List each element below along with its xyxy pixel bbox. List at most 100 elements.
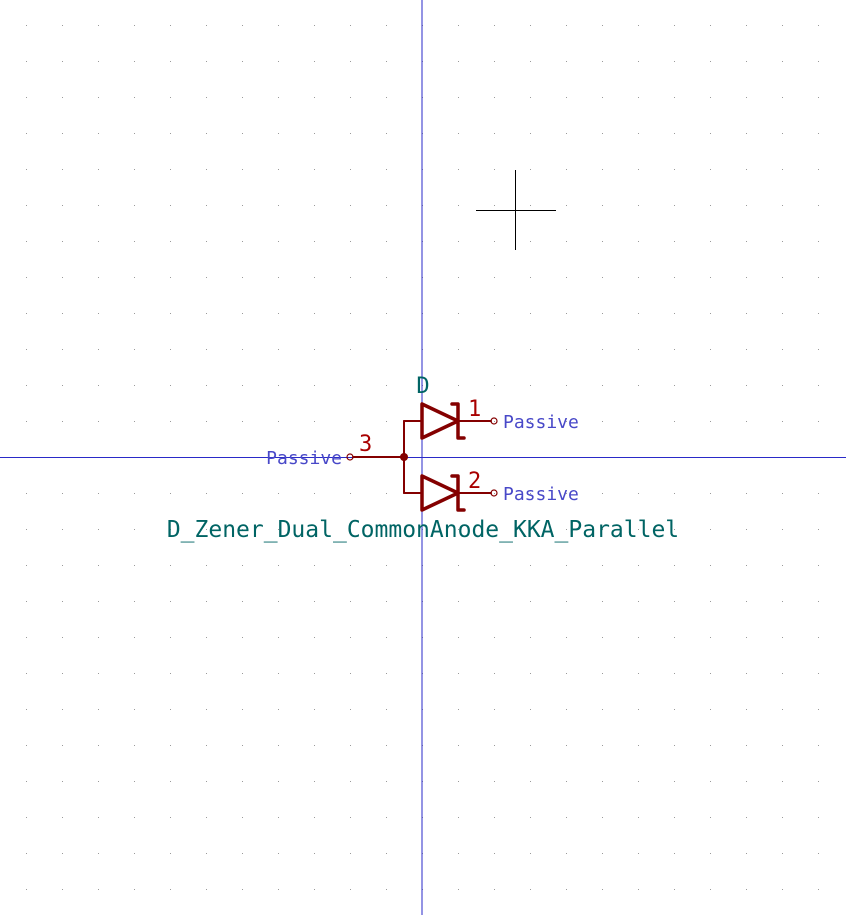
grid-dot [134,601,135,602]
grid-dot [530,25,531,26]
grid-dot [566,745,567,746]
grid-dot [530,97,531,98]
grid-dot [26,25,27,26]
grid-dot [638,853,639,854]
grid-dot [782,205,783,206]
grid-dot [134,313,135,314]
grid-dot [26,709,27,710]
grid-dot [602,169,603,170]
grid-dot [134,421,135,422]
grid-dot [242,313,243,314]
grid-dot [98,133,99,134]
grid-dot [782,673,783,674]
grid-dot [458,637,459,638]
grid-dot [674,673,675,674]
grid-dot [134,745,135,746]
grid-dot [278,133,279,134]
grid-dot [818,133,819,134]
grid-dot [386,853,387,854]
grid-dot [314,97,315,98]
pin-1-type: Passive [503,412,579,433]
grid-dot [458,385,459,386]
grid-dot [458,565,459,566]
grid-dot [674,601,675,602]
grid-dot [602,745,603,746]
grid-dot [386,817,387,818]
grid-dot [386,169,387,170]
grid-dot [602,205,603,206]
grid-dot [386,421,387,422]
grid-dot [602,421,603,422]
grid-dot [278,349,279,350]
grid-dot [494,673,495,674]
grid-dot [458,313,459,314]
grid-dot [494,349,495,350]
grid-dot [350,745,351,746]
grid-dot [62,133,63,134]
grid-dot [710,817,711,818]
grid-dot [602,133,603,134]
grid-dot [26,889,27,890]
grid-dot [386,349,387,350]
grid-dot [206,169,207,170]
grid-dot [710,565,711,566]
value-field[interactable]: D_Zener_Dual_CommonAnode_KKA_Parallel [167,517,679,543]
reference-field[interactable]: D [416,374,429,399]
grid-dot [62,61,63,62]
grid-dot [602,565,603,566]
grid-dot [278,889,279,890]
grid-dot [278,61,279,62]
grid-dot [98,601,99,602]
grid-dot [350,385,351,386]
grid-dot [134,853,135,854]
grid-dot [62,493,63,494]
grid-dot [566,385,567,386]
grid-dot [494,817,495,818]
grid-dot [170,781,171,782]
grid-dot [170,25,171,26]
grid-dot [206,817,207,818]
grid-dot [602,277,603,278]
grid-dot [170,133,171,134]
grid-dot [26,565,27,566]
grid-dot [350,781,351,782]
grid-dot [134,61,135,62]
grid-dot [314,349,315,350]
grid-dot [674,349,675,350]
grid-dot [818,637,819,638]
grid-dot [458,745,459,746]
grid-dot [350,421,351,422]
grid-dot [710,889,711,890]
grid-dot [638,97,639,98]
grid-dot [26,421,27,422]
grid-dot [242,637,243,638]
grid-dot [530,385,531,386]
grid-dot [98,313,99,314]
grid-dot [62,709,63,710]
grid-dot [818,601,819,602]
grid-dot [458,889,459,890]
grid-dot [278,277,279,278]
grid-dot [746,853,747,854]
grid-dot [818,853,819,854]
grid-dot [458,601,459,602]
grid-dot [638,601,639,602]
grid-dot [278,493,279,494]
grid-dot [674,277,675,278]
grid-dot [458,853,459,854]
grid-dot [674,781,675,782]
grid-dot [242,853,243,854]
grid-dot [134,637,135,638]
grid-dot [674,133,675,134]
grid-dot [566,349,567,350]
grid-dot [818,241,819,242]
grid-dot [278,601,279,602]
grid-dot [170,205,171,206]
grid-dot [494,493,495,494]
grid-dot [818,169,819,170]
schematic-canvas[interactable]: 1 2 3 Passive Passive Passive D D_Zener_… [0,0,846,915]
grid-dot [602,25,603,26]
grid-dot [206,277,207,278]
grid-dot [530,349,531,350]
grid-dot [314,61,315,62]
